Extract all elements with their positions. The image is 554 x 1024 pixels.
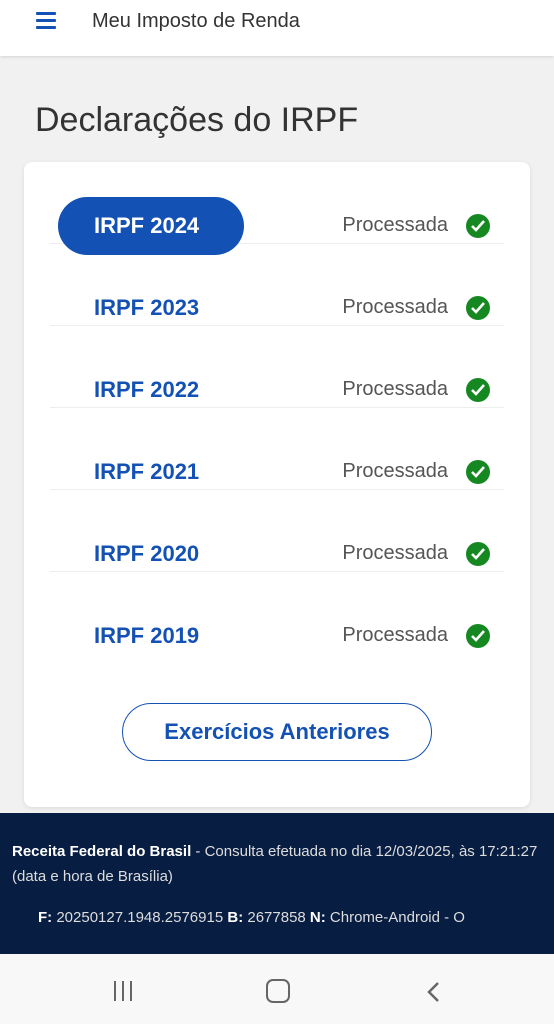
declaration-row: IRPF 2023 Processada: [50, 244, 504, 326]
check-circle-icon: [466, 378, 490, 402]
recent-apps-icon[interactable]: [112, 981, 134, 1001]
footer-build-info: F: 20250127.1948.2576915 B: 2677858 N: C…: [38, 909, 465, 926]
check-circle-icon: [466, 296, 490, 320]
status-label: Processada: [342, 214, 448, 236]
declaration-row: IRPF 2019 Processada: [50, 572, 504, 654]
declaration-row: IRPF 2020 Processada: [50, 490, 504, 572]
footer-f-value: 20250127.1948.2576915: [52, 909, 228, 926]
status-label: Processada: [342, 460, 448, 482]
top-app-bar: Meu Imposto de Renda: [0, 0, 554, 56]
app-title: Meu Imposto de Renda: [92, 10, 300, 32]
footer-n-label: N:: [309, 909, 326, 926]
declaration-row: IRPF 2024 Processada: [50, 162, 504, 255]
check-circle-icon: [466, 624, 490, 648]
footer-b-value: 2677858: [243, 909, 310, 926]
declaration-row: IRPF 2022 Processada: [50, 326, 504, 408]
status-label: Processada: [342, 378, 448, 400]
check-circle-icon: [466, 214, 490, 238]
page-title: Declarações do IRPF: [35, 101, 359, 139]
footer-f-label: F:: [38, 909, 53, 926]
footer: Receita Federal do Brasil - Consulta efe…: [0, 813, 554, 954]
hamburger-menu-icon[interactable]: [36, 12, 56, 30]
status-label: Processada: [342, 542, 448, 564]
android-navigation-bar: [0, 954, 554, 1024]
check-circle-icon: [466, 460, 490, 484]
footer-b-label: B:: [227, 909, 244, 926]
footer-consulta-info: Receita Federal do Brasil - Consulta efe…: [12, 839, 542, 889]
status-label: Processada: [342, 624, 448, 646]
year-button-2019[interactable]: IRPF 2019: [58, 607, 244, 665]
declarations-card: IRPF 2024 Processada IRPF 2023 Processad…: [24, 162, 530, 807]
check-circle-icon: [466, 542, 490, 566]
footer-n-value: Chrome-Android - O: [325, 909, 465, 926]
footer-org-name: Receita Federal do Brasil: [12, 843, 192, 860]
status-label: Processada: [342, 296, 448, 318]
back-icon[interactable]: [424, 980, 444, 1004]
declaration-row: IRPF 2021 Processada: [50, 408, 504, 490]
previous-years-button[interactable]: Exercícios Anteriores: [122, 703, 432, 761]
home-icon[interactable]: [266, 979, 290, 1003]
